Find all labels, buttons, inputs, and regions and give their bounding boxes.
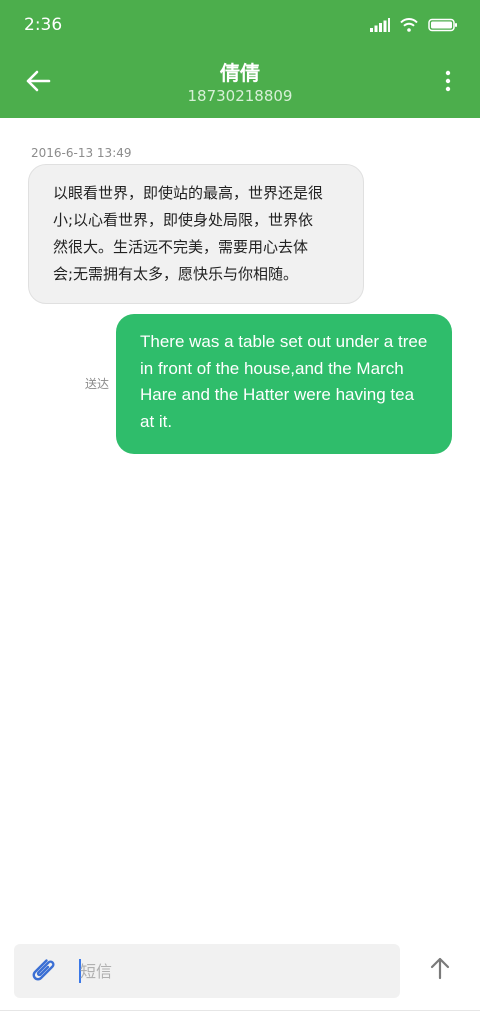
incoming-message-line: 以眼看世界，即使站的最高，世界还是很	[53, 184, 324, 202]
message-timestamp: 2016-6-13 13:49	[31, 146, 132, 160]
sms-input[interactable]	[80, 957, 380, 985]
bottom-divider	[0, 1010, 480, 1011]
status-icons	[370, 17, 458, 35]
delivery-status: 送达	[85, 377, 110, 391]
outgoing-message-line: in front of the house,and the March	[140, 358, 404, 378]
battery-icon	[428, 17, 458, 36]
outgoing-message-line: at it.	[140, 411, 173, 431]
arrow-up-icon	[429, 956, 451, 984]
conversation-title: 倩倩 18730218809	[120, 60, 360, 106]
message-list[interactable]: 2016-6-13 13:49 以眼看世界，即使站的最高，世界还是很 小;以心看…	[0, 118, 480, 933]
back-button[interactable]	[18, 64, 58, 102]
incoming-message-line: 小;以心看世界，即使身处局限，世界依	[53, 211, 314, 229]
wifi-icon	[400, 17, 418, 36]
incoming-message-bubble[interactable]: 以眼看世界，即使站的最高，世界还是很 小;以心看世界，即使身处局限，世界依 然很…	[28, 164, 364, 304]
incoming-message-line: 会;无需拥有太多，愿快乐与你相随。	[53, 265, 299, 283]
status-bar: 2:36	[0, 0, 480, 52]
outgoing-message-line: Hare and the Hatter were having tea	[140, 385, 415, 404]
attach-button[interactable]	[26, 954, 60, 988]
send-button[interactable]	[422, 950, 458, 990]
status-time: 2:36	[24, 15, 63, 35]
contact-number: 18730218809	[187, 87, 293, 105]
message-composer	[14, 944, 400, 998]
app-header: 2:36 倩倩 18730218809	[0, 0, 480, 118]
incoming-message-line: 然很大。生活远不完美，需要用心去体	[53, 238, 309, 256]
more-options-button[interactable]	[438, 64, 458, 102]
outgoing-message-line: There was a table set out under a tree	[140, 332, 428, 351]
arrow-left-icon	[25, 70, 51, 96]
contact-name: 倩倩	[220, 61, 260, 85]
paperclip-icon	[29, 955, 57, 987]
outgoing-message-bubble[interactable]: There was a table set out under a tree i…	[116, 314, 452, 454]
more-vertical-icon	[445, 70, 451, 96]
signal-icon	[370, 17, 390, 36]
